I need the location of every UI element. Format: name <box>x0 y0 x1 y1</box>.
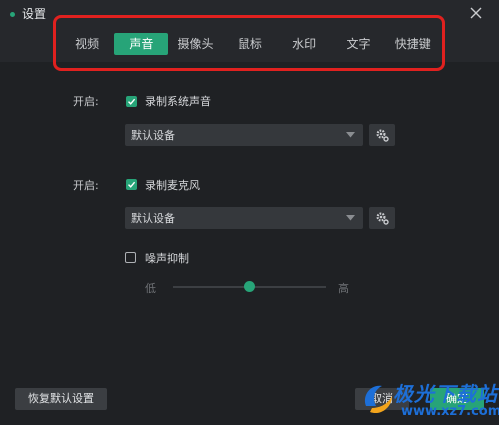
settings-tabs: 视频 声音 摄像头 鼠标 水印 文字 快捷键 <box>60 33 440 55</box>
tab-video[interactable]: 视频 <box>60 33 114 55</box>
slider-low-label: 低 <box>145 282 156 295</box>
tab-watermark[interactable]: 水印 <box>277 33 331 55</box>
gear-icon <box>376 212 389 225</box>
gear-icon <box>376 129 389 142</box>
system-audio-settings-button[interactable] <box>369 124 395 146</box>
microphone-device-value: 默认设备 <box>131 212 175 225</box>
tab-text[interactable]: 文字 <box>331 33 385 55</box>
window-title: 设置 <box>22 7 47 21</box>
tab-shortcuts[interactable]: 快捷键 <box>386 33 440 55</box>
system-audio-device-value: 默认设备 <box>131 129 175 142</box>
cancel-button[interactable]: 取消 <box>355 388 409 410</box>
noise-suppression-checkbox[interactable] <box>125 252 136 263</box>
chevron-down-icon <box>346 132 355 138</box>
ok-button[interactable]: 确定 <box>430 388 484 410</box>
tab-audio[interactable]: 声音 <box>114 33 169 55</box>
close-button[interactable] <box>468 5 484 21</box>
system-audio-device-select[interactable]: 默认设备 <box>125 124 363 146</box>
chevron-down-icon <box>346 215 355 221</box>
microphone-checkbox-label[interactable]: 录制麦克风 <box>145 177 200 193</box>
microphone-device-select[interactable]: 默认设备 <box>125 207 363 229</box>
status-dot-icon <box>10 12 15 17</box>
noise-suppression-label[interactable]: 噪声抑制 <box>145 250 189 266</box>
noise-level-slider-thumb[interactable] <box>244 281 255 292</box>
system-audio-checkbox[interactable] <box>126 96 137 107</box>
system-audio-row-label: 开启: <box>73 95 99 108</box>
system-audio-checkbox-label[interactable]: 录制系统声音 <box>145 93 211 109</box>
slider-high-label: 高 <box>338 282 349 295</box>
tab-mouse[interactable]: 鼠标 <box>223 33 277 55</box>
check-icon <box>128 98 136 105</box>
tab-camera[interactable]: 摄像头 <box>168 33 222 55</box>
close-icon <box>470 7 482 19</box>
microphone-checkbox[interactable] <box>126 179 137 190</box>
microphone-row-label: 开启: <box>73 179 99 192</box>
restore-defaults-button[interactable]: 恢复默认设置 <box>15 388 107 410</box>
check-icon <box>128 181 136 188</box>
microphone-settings-button[interactable] <box>369 207 395 229</box>
